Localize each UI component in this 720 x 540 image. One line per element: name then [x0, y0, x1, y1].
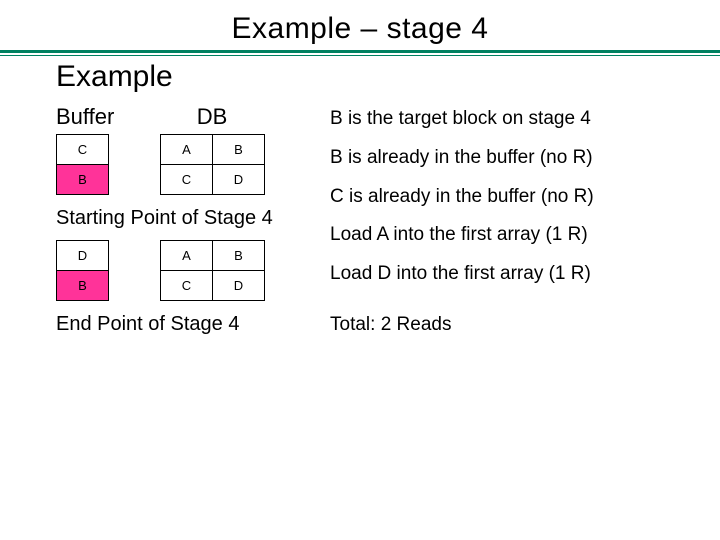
buffer-cell: B	[57, 165, 109, 195]
gap-cell	[109, 271, 161, 301]
gap-cell	[109, 135, 161, 165]
table-row: B C D	[57, 165, 265, 195]
gap-cell	[109, 165, 161, 195]
ending-table: D A B B C D	[56, 240, 265, 301]
buffer-cell: D	[57, 241, 109, 271]
table-headers: Buffer DB	[56, 104, 330, 130]
subtitle: Example	[56, 60, 690, 94]
total-line: Total: 2 Reads	[330, 314, 680, 336]
db-cell: A	[161, 241, 213, 271]
right-column: B is the target block on stage 4 B is al…	[330, 104, 690, 346]
gap-cell	[109, 241, 161, 271]
db-cell: C	[161, 165, 213, 195]
left-column: Buffer DB C A B B C D Starting Point of …	[30, 104, 330, 346]
bullet-item: B is the target block on stage 4	[330, 108, 680, 131]
ending-caption: End Point of Stage 4	[56, 313, 330, 336]
bullet-item: Load D into the first array (1 R)	[330, 263, 680, 286]
db-cell: A	[161, 135, 213, 165]
db-cell: B	[213, 241, 265, 271]
content-area: Buffer DB C A B B C D Starting Point of …	[30, 104, 690, 346]
header-buffer: Buffer	[56, 104, 152, 130]
db-cell: C	[161, 271, 213, 301]
header-db: DB	[152, 104, 272, 130]
table-row: D A B	[57, 241, 265, 271]
table-row: C A B	[57, 135, 265, 165]
page-title: Example – stage 4	[30, 12, 690, 46]
bullet-item: Load A into the first array (1 R)	[330, 224, 680, 247]
slide: Example – stage 4 Example Buffer DB C A …	[0, 0, 720, 540]
starting-table: C A B B C D	[56, 134, 265, 195]
buffer-cell: B	[57, 271, 109, 301]
title-rule	[30, 50, 690, 58]
starting-caption: Starting Point of Stage 4	[56, 207, 330, 230]
db-cell: D	[213, 165, 265, 195]
table-row: B C D	[57, 271, 265, 301]
bullet-item: B is already in the buffer (no R)	[330, 147, 680, 170]
buffer-cell: C	[57, 135, 109, 165]
db-cell: D	[213, 271, 265, 301]
bullet-item: C is already in the buffer (no R)	[330, 186, 680, 209]
bullet-list: B is the target block on stage 4 B is al…	[330, 108, 680, 286]
db-cell: B	[213, 135, 265, 165]
